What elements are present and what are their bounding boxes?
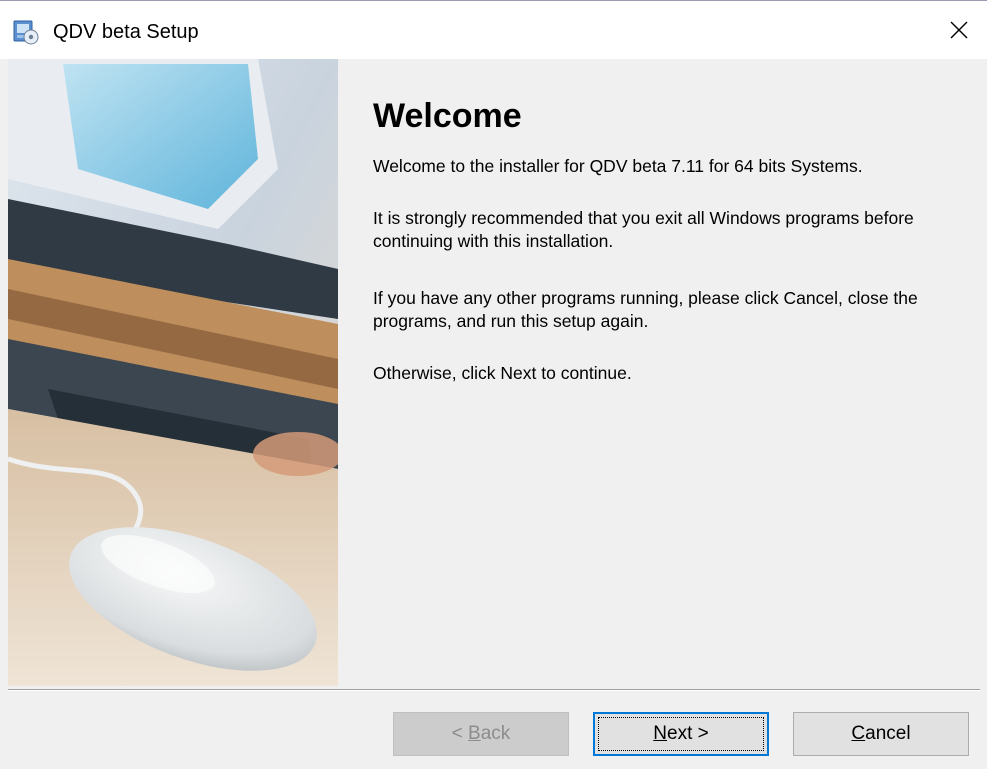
installer-icon — [13, 20, 39, 45]
next-button[interactable]: Next > — [593, 712, 769, 756]
back-button[interactable]: < Back — [393, 712, 569, 756]
welcome-heading: Welcome — [373, 97, 522, 135]
cancel-button-label: ancel — [865, 723, 911, 744]
welcome-paragraph-3: If you have any other programs running, … — [373, 288, 918, 331]
back-button-prefix: < — [451, 723, 469, 744]
desk-computer-mouse-photo — [8, 59, 338, 686]
welcome-paragraph-1: Welcome to the installer for QDV beta 7.… — [373, 156, 863, 176]
close-button[interactable] — [931, 1, 987, 59]
footer-separator-highlight — [8, 690, 980, 691]
cancel-button[interactable]: Cancel — [793, 712, 969, 756]
back-button-label: ack — [480, 723, 511, 744]
cancel-button-mnemonic: C — [851, 723, 866, 744]
welcome-paragraph-4: Otherwise, click Next to continue. — [373, 363, 632, 383]
setup-window: QDV beta Setup Welcome Welcome to the in… — [0, 0, 987, 769]
title-bar[interactable]: QDV beta Setup — [0, 1, 987, 59]
welcome-paragraph-2: It is strongly recommended that you exit… — [373, 208, 914, 251]
next-button-focus-rect — [598, 717, 764, 751]
dialog-body: Welcome Welcome to the installer for QDV… — [0, 59, 987, 689]
close-icon — [950, 21, 968, 39]
window-title: QDV beta Setup — [53, 21, 199, 43]
back-button-mnemonic: B — [468, 723, 481, 744]
